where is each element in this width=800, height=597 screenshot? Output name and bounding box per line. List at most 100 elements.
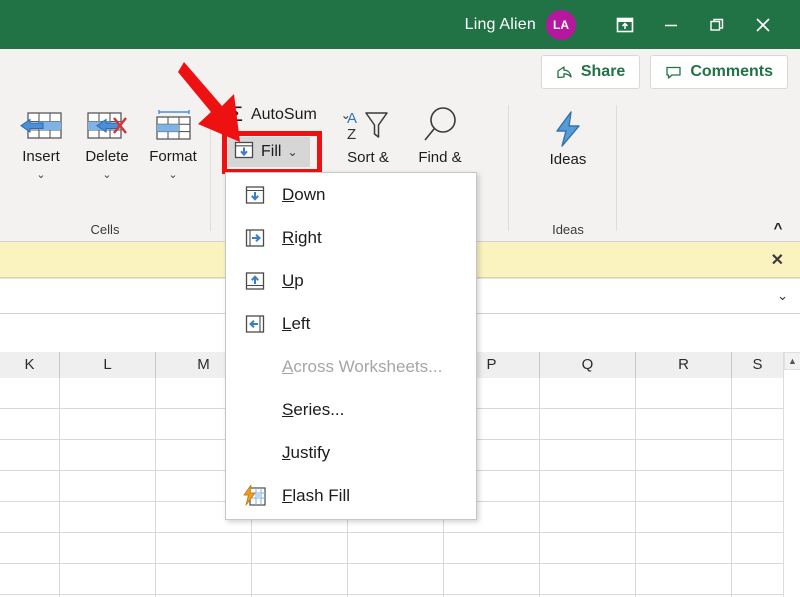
grid-cell[interactable] — [60, 471, 156, 502]
column-header-r[interactable]: R — [636, 352, 732, 378]
column-header-q[interactable]: Q — [540, 352, 636, 378]
grid-cell[interactable] — [0, 564, 60, 595]
sort-label: Sort & — [347, 149, 389, 166]
vertical-scrollbar[interactable]: ▲ — [783, 352, 800, 597]
menu-item-label: Up — [282, 270, 304, 290]
menu-item-across-worksheets: Across Worksheets... — [226, 345, 476, 388]
grid-cell[interactable] — [252, 533, 348, 564]
menu-item-label: Left — [282, 313, 311, 333]
grid-cell[interactable] — [732, 533, 784, 564]
grid-cell[interactable] — [636, 440, 732, 471]
grid-cell[interactable] — [540, 409, 636, 440]
fill-up-icon — [242, 271, 268, 291]
grid-cell[interactable] — [636, 409, 732, 440]
grid-cell[interactable] — [636, 564, 732, 595]
avatar[interactable]: LA — [546, 9, 576, 40]
fill-dropdown-menu[interactable]: Down Right Up Left Across Worksheets... Serie… — [225, 172, 477, 520]
notification-close-icon[interactable]: ✕ — [771, 250, 784, 270]
grid-cell[interactable] — [60, 564, 156, 595]
flash-fill-icon — [242, 484, 268, 507]
column-header-l[interactable]: L — [60, 352, 156, 378]
menu-item-flash-fill[interactable]: Flash Fill — [226, 474, 476, 517]
insert-label: Insert — [22, 148, 60, 165]
grid-cell[interactable] — [732, 409, 784, 440]
menu-item-down[interactable]: Down — [226, 173, 476, 216]
grid-cell[interactable] — [540, 564, 636, 595]
grid-cell[interactable] — [540, 440, 636, 471]
grid-cell[interactable] — [444, 533, 540, 564]
search-icon — [418, 103, 462, 149]
grid-cell[interactable] — [60, 502, 156, 533]
minimize-icon — [662, 16, 680, 34]
minimize-button[interactable] — [648, 3, 694, 47]
svg-text:Z: Z — [347, 126, 356, 143]
restore-icon — [708, 16, 726, 34]
grid-cell[interactable] — [540, 378, 636, 409]
grid-cell[interactable] — [540, 533, 636, 564]
column-header-s[interactable]: S — [732, 352, 784, 378]
share-button[interactable]: Share — [540, 55, 641, 89]
restore-button[interactable] — [694, 3, 740, 47]
grid-cell[interactable] — [0, 471, 60, 502]
menu-item-series[interactable]: Series... — [226, 388, 476, 431]
menu-item-label: Down — [282, 184, 326, 204]
grid-cell[interactable] — [0, 502, 60, 533]
ideas-button[interactable]: Ideas — [520, 101, 616, 168]
menu-item-right[interactable]: Right — [226, 216, 476, 259]
cells-group-label: Cells — [90, 222, 120, 237]
delete-button[interactable]: Delete ⌄ — [74, 101, 140, 181]
grid-cell[interactable] — [0, 409, 60, 440]
grid-cell[interactable] — [156, 533, 252, 564]
formula-bar-expand-icon[interactable]: ⌄ — [777, 288, 788, 304]
ribbon-group-ideas: Ideas Ideas — [520, 101, 616, 241]
autosum-label: AutoSum — [250, 106, 317, 123]
share-label: Share — [580, 63, 626, 80]
grid-cell[interactable] — [60, 440, 156, 471]
grid-cell[interactable] — [732, 502, 784, 533]
user-name: Ling Alien — [464, 15, 536, 33]
insert-button[interactable]: Insert ⌄ — [8, 101, 74, 181]
scrollbar-track[interactable] — [784, 371, 800, 597]
menu-item-label: Series... — [282, 399, 345, 419]
collapse-ribbon-button[interactable]: ^ — [768, 220, 788, 237]
excel-window: Ling Alien LA Share Comments Insert ⌄ De… — [0, 0, 800, 597]
grid-cell[interactable] — [156, 564, 252, 595]
grid-cell[interactable] — [348, 564, 444, 595]
grid-cell[interactable] — [540, 502, 636, 533]
menu-item-left[interactable]: Left — [226, 302, 476, 345]
grid-cell[interactable] — [636, 378, 732, 409]
grid-cell[interactable] — [60, 409, 156, 440]
comments-button[interactable]: Comments — [650, 55, 788, 89]
insert-chevron-down-icon[interactable]: ⌄ — [36, 169, 45, 181]
grid-cell[interactable] — [252, 564, 348, 595]
grid-cell[interactable] — [444, 564, 540, 595]
grid-cell[interactable] — [636, 533, 732, 564]
scroll-up-arrow-icon[interactable]: ▲ — [784, 352, 800, 370]
grid-cell[interactable] — [0, 533, 60, 564]
format-button[interactable]: Format ⌄ — [140, 101, 206, 181]
grid-cell[interactable] — [636, 471, 732, 502]
grid-cell[interactable] — [60, 533, 156, 564]
grid-cell[interactable] — [636, 502, 732, 533]
grid-cell[interactable] — [0, 378, 60, 409]
column-header-k[interactable]: K — [0, 352, 60, 378]
grid-cell[interactable] — [732, 378, 784, 409]
grid-cell[interactable] — [540, 471, 636, 502]
grid-cell[interactable] — [732, 471, 784, 502]
delete-chevron-down-icon[interactable]: ⌄ — [102, 169, 111, 181]
grid-cell[interactable] — [60, 378, 156, 409]
ribbon-display-options-button[interactable] — [602, 3, 648, 47]
ideas-button-label: Ideas — [549, 151, 587, 168]
grid-cell[interactable] — [0, 440, 60, 471]
menu-item-up[interactable]: Up — [226, 259, 476, 302]
close-button[interactable] — [740, 3, 786, 47]
grid-cell[interactable] — [732, 440, 784, 471]
format-chevron-down-icon[interactable]: ⌄ — [168, 169, 177, 181]
grid-row — [0, 533, 784, 564]
ribbon-group-cells: Insert ⌄ Delete ⌄ Format ⌄ Cells — [0, 101, 210, 241]
grid-cell[interactable] — [348, 533, 444, 564]
grid-row — [0, 564, 784, 595]
grid-cell[interactable] — [732, 564, 784, 595]
sort-filter-icon: A Z — [345, 103, 391, 149]
menu-item-justify[interactable]: Justify — [226, 431, 476, 474]
